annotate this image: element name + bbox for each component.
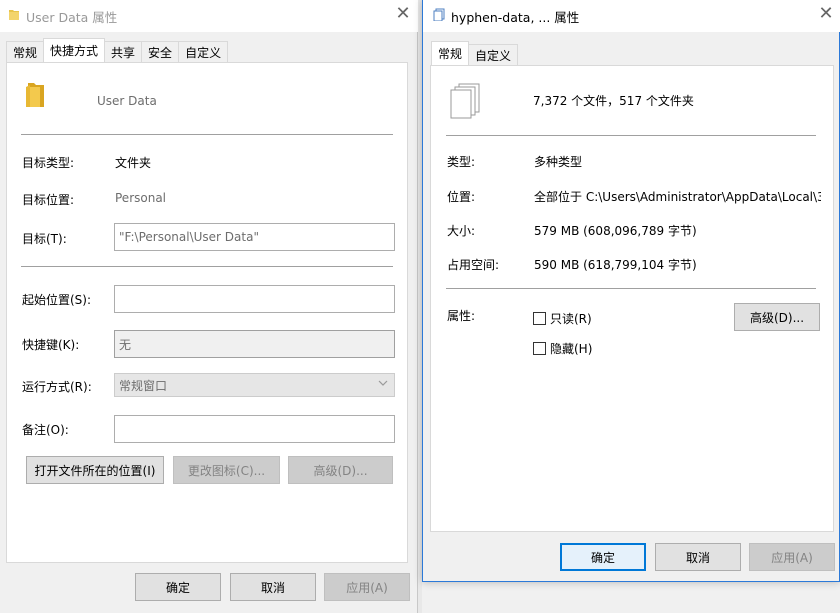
hyphen-data-properties-window: hyphen-data, ... 属性 ✕ 常规 自定义 7,372 个文件，5…: [422, 0, 840, 582]
target-label: 目标(T):: [22, 232, 67, 246]
disk-size-value: 590 MB (618,799,104 字节): [534, 258, 697, 272]
title-bar[interactable]: User Data 属性 ✕: [0, 0, 418, 32]
attributes-label: 属性:: [447, 309, 476, 323]
location-value: 全部位于 C:\Users\Administrator\AppData\Loca…: [534, 190, 821, 204]
target-type-label: 目标类型:: [22, 156, 75, 170]
readonly-label: 只读(R): [550, 312, 592, 326]
ok-button[interactable]: 确定: [135, 573, 221, 601]
tab-security[interactable]: 安全: [141, 41, 180, 62]
type-value: 多种类型: [534, 155, 583, 169]
tab-strip: 常规 快捷方式 共享 安全 自定义: [6, 38, 229, 62]
tab-customize[interactable]: 自定义: [468, 44, 519, 65]
change-icon-button[interactable]: 更改图标(C)...: [173, 456, 280, 484]
location-label: 位置:: [447, 190, 476, 204]
start-in-input[interactable]: [114, 285, 395, 313]
shortcut-key-input[interactable]: 无: [114, 330, 395, 358]
run-select-value: 常规窗口: [119, 378, 168, 393]
divider: [446, 135, 816, 136]
close-icon[interactable]: ✕: [388, 3, 418, 24]
tab-panel: User Data 目标类型: 文件夹 目标位置: Personal 目标(T)…: [6, 62, 408, 563]
tab-customize[interactable]: 自定义: [178, 41, 229, 62]
tab-sharing[interactable]: 共享: [104, 41, 143, 62]
target-location-label: 目标位置:: [22, 193, 75, 207]
tab-panel: 7,372 个文件，517 个文件夹 类型: 多种类型 位置: 全部位于 C:\…: [430, 65, 834, 532]
folder-icon: [8, 8, 20, 24]
apply-button[interactable]: 应用(A): [324, 573, 410, 601]
window-title: hyphen-data, ... 属性: [451, 9, 580, 25]
item-name: User Data: [97, 94, 157, 108]
start-in-label: 起始位置(S):: [22, 293, 92, 307]
run-select[interactable]: 常规窗口: [114, 373, 395, 397]
advanced-attributes-button[interactable]: 高级(D)...: [734, 303, 820, 331]
window-title: User Data 属性: [26, 9, 118, 25]
cancel-button[interactable]: 取消: [230, 573, 316, 601]
title-bar[interactable]: hyphen-data, ... 属性 ✕: [423, 0, 840, 32]
chevron-down-icon: [378, 378, 388, 391]
divider: [446, 288, 816, 289]
disk-size-label: 占用空间:: [447, 258, 500, 272]
type-label: 类型:: [447, 155, 476, 169]
multiple-files-icon: [449, 82, 483, 123]
checkbox-box[interactable]: [533, 312, 546, 325]
readonly-checkbox[interactable]: 只读(R): [533, 310, 592, 327]
target-location-value: Personal: [115, 191, 167, 205]
folder-large-icon: [25, 81, 47, 112]
file-count-summary: 7,372 个文件，517 个文件夹: [533, 94, 694, 108]
run-label: 运行方式(R):: [22, 380, 92, 394]
user-data-properties-window: User Data 属性 ✕ 常规 快捷方式 共享 安全 自定义 User Da…: [0, 0, 418, 613]
size-value: 579 MB (608,096,789 字节): [534, 224, 697, 238]
hidden-checkbox[interactable]: 隐藏(H): [533, 340, 592, 357]
ok-button[interactable]: 确定: [560, 543, 646, 571]
shortcut-key-label: 快捷键(K):: [22, 338, 80, 352]
divider: [21, 266, 393, 267]
open-file-location-button[interactable]: 打开文件所在的位置(I): [26, 456, 164, 484]
comment-label: 备注(O):: [22, 423, 69, 437]
hidden-label: 隐藏(H): [550, 342, 593, 356]
apply-button[interactable]: 应用(A): [749, 543, 835, 571]
target-input[interactable]: "F:\Personal\User Data": [114, 223, 395, 251]
divider: [21, 134, 393, 135]
cancel-button[interactable]: 取消: [655, 543, 741, 571]
advanced-button[interactable]: 高级(D)...: [288, 456, 393, 484]
files-icon: [433, 8, 445, 24]
tab-general[interactable]: 常规: [6, 41, 45, 62]
target-type-value: 文件夹: [115, 156, 152, 170]
close-icon[interactable]: ✕: [811, 3, 840, 24]
comment-input[interactable]: [114, 415, 395, 443]
checkbox-box[interactable]: [533, 342, 546, 355]
tab-shortcut[interactable]: 快捷方式: [43, 38, 106, 62]
tab-general[interactable]: 常规: [431, 41, 470, 65]
tab-strip: 常规 自定义: [431, 41, 519, 65]
size-label: 大小:: [447, 224, 476, 238]
